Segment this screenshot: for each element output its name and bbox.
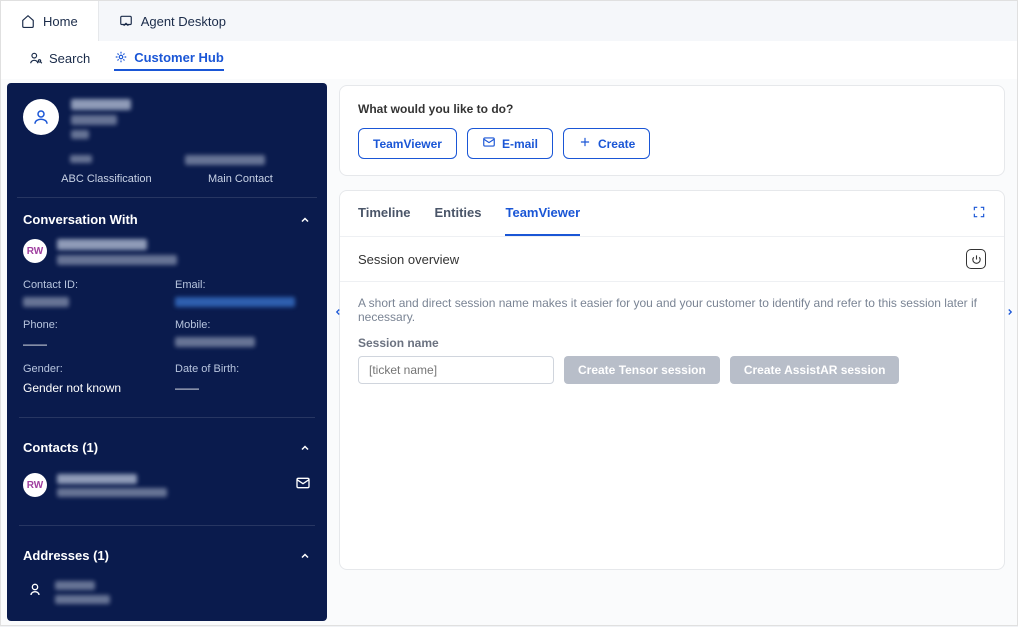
main-contact-label: Main Contact — [208, 173, 273, 185]
mobile-label: Mobile: — [175, 319, 311, 331]
section-conversation-with[interactable]: Conversation With — [23, 212, 311, 227]
home-icon — [21, 14, 35, 28]
subnav-customer-hub-label: Customer Hub — [134, 50, 224, 65]
sub-nav: Search Customer Hub — [1, 41, 1017, 79]
email-button[interactable]: E-mail — [467, 128, 553, 159]
chevron-up-icon — [299, 442, 311, 454]
collapse-left-icon[interactable] — [333, 306, 343, 320]
customer-panel: ABC Classification Main Contact Conversa… — [7, 83, 327, 621]
create-assistar-session-button[interactable]: Create AssistAR session — [730, 356, 900, 384]
contact-badge: RW — [23, 239, 47, 263]
tab-agent-desktop[interactable]: Agent Desktop — [99, 1, 246, 41]
contact-item-badge: RW — [23, 473, 47, 497]
contacts-title: Contacts (1) — [23, 440, 98, 455]
dob-label: Date of Birth: — [175, 363, 311, 375]
expand-icon[interactable] — [972, 205, 986, 236]
tab-entities[interactable]: Entities — [435, 205, 482, 236]
subnav-search[interactable]: Search — [29, 51, 90, 70]
abc-classification-label: ABC Classification — [61, 173, 151, 185]
session-name-label: Session name — [358, 336, 986, 350]
session-overview-title: Session overview — [358, 252, 459, 267]
subnav-search-label: Search — [49, 51, 90, 66]
collapse-right-icon[interactable] — [1005, 306, 1015, 320]
gender-value: Gender not known — [23, 381, 159, 395]
section-contacts[interactable]: Contacts (1) — [23, 440, 311, 455]
tab-home[interactable]: Home — [1, 1, 99, 41]
create-tensor-session-button[interactable]: Create Tensor session — [564, 356, 720, 384]
tab-home-label: Home — [43, 14, 78, 29]
contact-id-label: Contact ID: — [23, 279, 159, 291]
chat-icon — [119, 14, 133, 28]
phone-label: Phone: — [23, 319, 159, 331]
tab-teamviewer[interactable]: TeamViewer — [505, 205, 580, 236]
section-addresses[interactable]: Addresses (1) — [23, 548, 311, 563]
location-icon — [27, 581, 43, 600]
conversation-with-title: Conversation With — [23, 212, 138, 227]
power-button[interactable] — [966, 249, 986, 269]
teamviewer-button[interactable]: TeamViewer — [358, 128, 457, 159]
tab-agent-desktop-label: Agent Desktop — [141, 14, 226, 29]
hub-icon — [114, 50, 128, 64]
mail-icon[interactable] — [295, 475, 311, 496]
session-hint: A short and direct session name makes it… — [358, 296, 986, 324]
gender-label: Gender: — [23, 363, 159, 375]
create-button[interactable]: Create — [563, 128, 650, 159]
customer-avatar — [23, 99, 59, 135]
tab-timeline[interactable]: Timeline — [358, 205, 411, 236]
chevron-up-icon — [299, 214, 311, 226]
email-label: Email: — [175, 279, 311, 291]
user-search-icon — [29, 51, 43, 65]
subnav-customer-hub[interactable]: Customer Hub — [114, 50, 224, 71]
what-would-you-like-label: What would you like to do? — [358, 102, 986, 116]
mail-icon — [482, 135, 496, 152]
session-name-input[interactable] — [358, 356, 554, 384]
chevron-up-icon — [299, 550, 311, 562]
right-panel: What would you like to do? TeamViewer E-… — [333, 79, 1017, 627]
top-tab-bar: Home Agent Desktop — [1, 1, 1017, 41]
plus-icon — [578, 135, 592, 152]
addresses-title: Addresses (1) — [23, 548, 109, 563]
